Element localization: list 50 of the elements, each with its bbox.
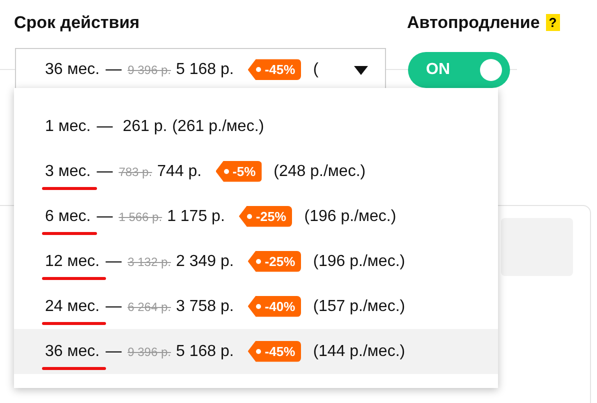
dash-text: — [106, 342, 122, 362]
duration-text: 36 мес. [45, 342, 100, 360]
duration-text: 3 мес. [45, 162, 91, 180]
per-month-text: ( [313, 60, 318, 80]
price-text: 261 р. [122, 116, 168, 136]
price-text: 2 349 р. [176, 252, 234, 272]
dash-text: — [106, 252, 122, 272]
duration-text: 1 мес. [45, 118, 91, 134]
dash-text: — [106, 296, 122, 316]
discount-tag: -45% [248, 340, 302, 362]
dropdown-option[interactable]: 6 мес. — 1 566 р. 1 175 р. -25% (196 р./мес.) [14, 194, 498, 239]
old-price: 3 132 р. [128, 254, 171, 270]
dropdown-option[interactable]: 36 мес. — 9 396 р. 5 168 р. -45% (144 р./мес.) [14, 329, 498, 374]
dash-text: — [96, 206, 113, 226]
autorenew-label: Автопродление [407, 12, 540, 34]
per-month-text: (196 р./мес.) [313, 252, 406, 272]
old-price: 1 566 р. [118, 208, 162, 226]
dropdown-option[interactable]: 12 мес. — 3 132 р. 2 349 р. -25% (196 р./мес.) [14, 239, 498, 284]
dash-text: — [96, 116, 113, 136]
per-month-text: (144 р./мес.) [313, 342, 406, 362]
price-text: 5 168 р. [176, 60, 234, 80]
discount-tag: -5% [216, 160, 262, 182]
price-text: 744 р. [157, 162, 202, 182]
discount-tag: -45% [248, 59, 302, 80]
old-price: 9 396 р. [128, 62, 171, 79]
dropdown-option[interactable]: 3 мес. — 783 р. 744 р. -5% (248 р./мес.) [14, 149, 498, 194]
dash-text: — [106, 60, 122, 80]
price-text: 3 758 р. [176, 296, 234, 316]
duration-text: 12 мес. [45, 252, 100, 270]
old-price: 783 р. [118, 164, 152, 180]
dropdown-option[interactable]: 1 мес. — 261 р. (261 р./мес.) [14, 104, 498, 149]
discount-tag: -25% [248, 250, 302, 272]
caret-icon [354, 66, 368, 74]
old-price: 6 264 р. [128, 298, 171, 316]
old-price: 9 396 р. [128, 344, 171, 360]
per-month-text: (196 р./мес.) [304, 206, 396, 226]
per-month-text: (248 р./мес.) [274, 162, 366, 182]
price-text: 5 168 р. [176, 342, 234, 362]
discount-tag: -40% [248, 296, 302, 317]
duration-text: 24 мес. [45, 298, 100, 314]
discount-tag: -25% [238, 206, 292, 227]
per-month-text: (157 р./мес.) [313, 296, 406, 316]
dash-text: — [96, 162, 113, 182]
duration-text: 36 мес. [45, 61, 100, 78]
price-text: 1 175 р. [167, 206, 225, 226]
dropdown-option[interactable]: 24 мес. — 6 264 р. 3 758 р. -40% (157 р./мес.) [14, 284, 498, 329]
duration-text: 6 мес. [45, 208, 91, 224]
per-month-text: (261 р./мес.) [172, 116, 264, 136]
term-label: Срок действия [14, 12, 141, 34]
help-badge[interactable]: ? [546, 14, 560, 32]
